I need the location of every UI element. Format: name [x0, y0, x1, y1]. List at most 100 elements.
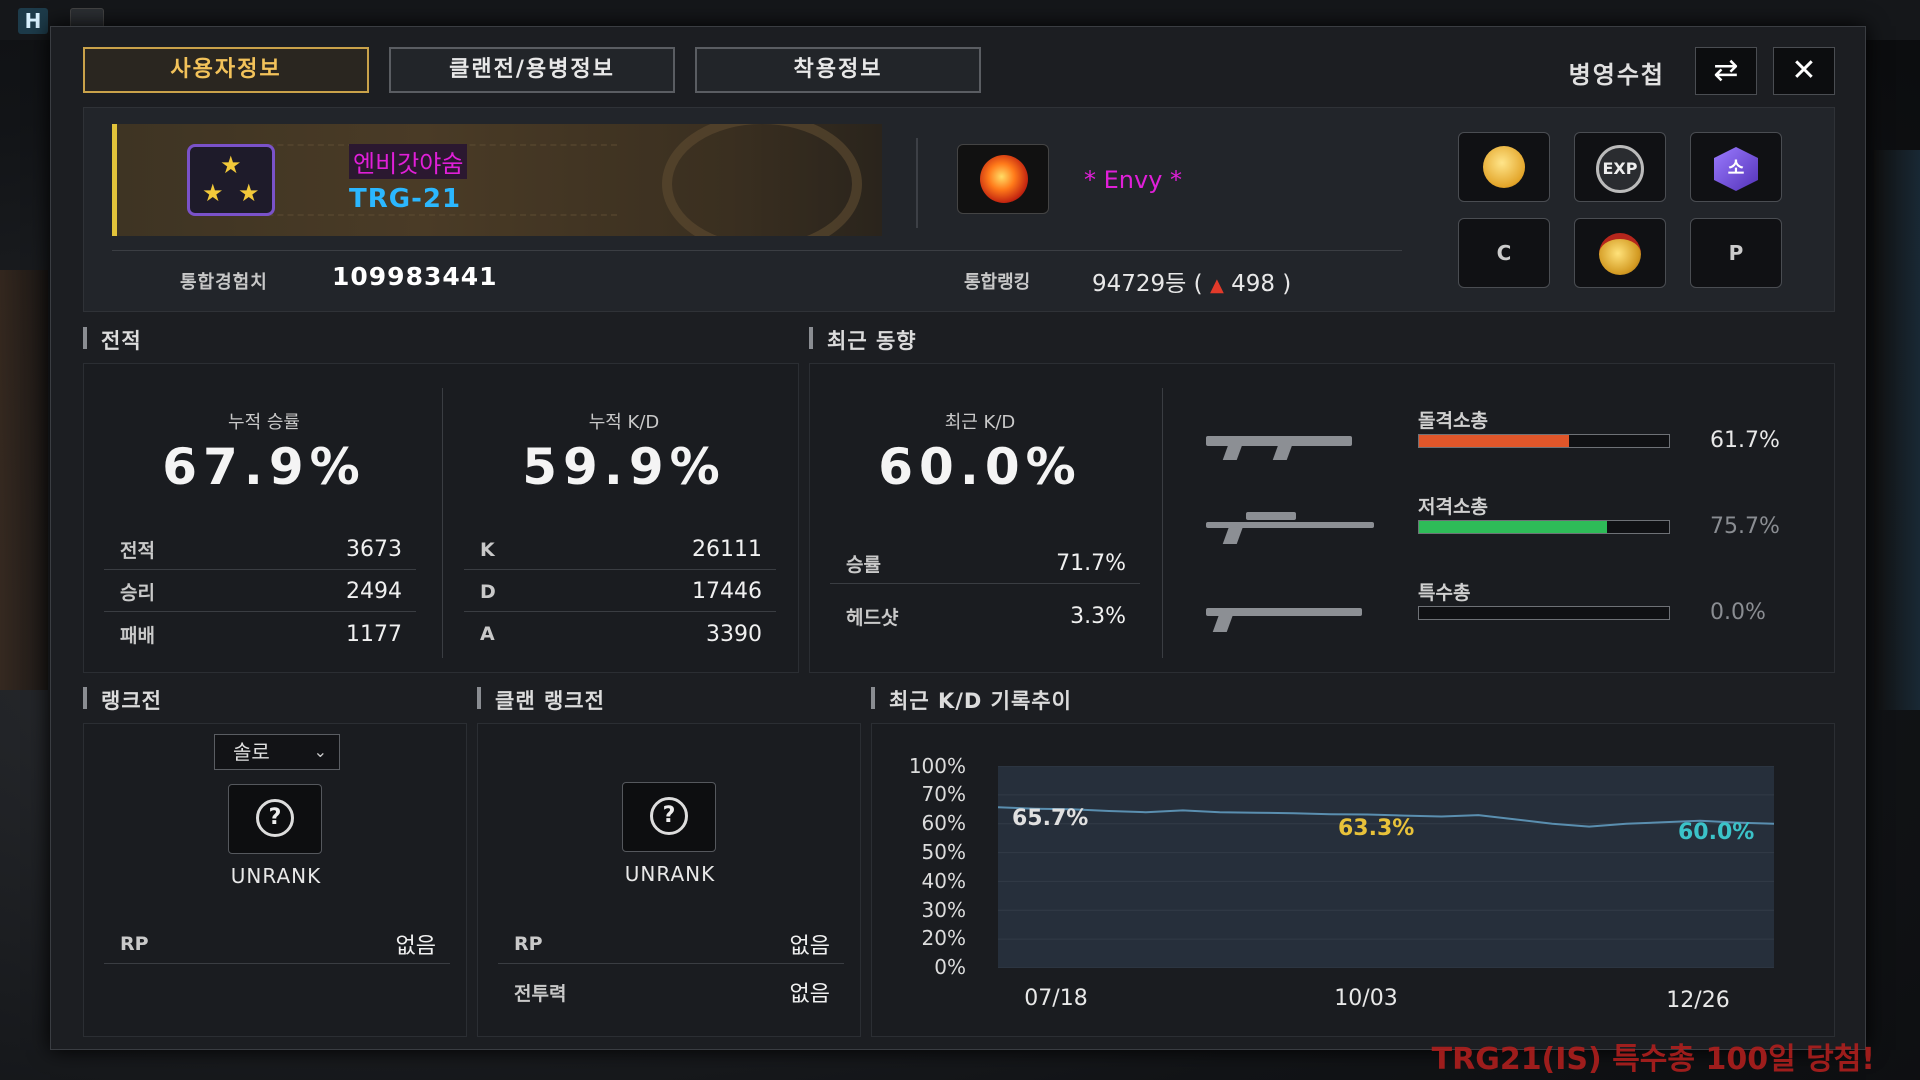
medal-button[interactable]: [1574, 218, 1666, 288]
recent-kd-label: 최근 K/D: [944, 412, 1016, 433]
ranked-section-title: 랭크전: [83, 685, 162, 715]
y-tick: 20%: [921, 926, 966, 950]
weapon-progress-bar: [1418, 434, 1670, 448]
app-logo: H: [18, 8, 48, 34]
recent-panel: 최근 K/D 60.0% 승률 71.7% 헤드샷 3.3% 돌격소총 61.7% …: [809, 363, 1835, 673]
y-tick: 40%: [921, 869, 966, 893]
total-exp-label: 통합경험치: [180, 272, 268, 293]
emoticon-button[interactable]: [1458, 132, 1550, 202]
background-art-right: [1874, 150, 1920, 710]
weapon-progress-fill: [1419, 521, 1607, 533]
sniper-rifle-icon: [1206, 512, 1376, 544]
kd-chart-panel: 100% 70% 60% 50% 40% 30% 20% 0% 65.7% 63…: [871, 723, 1835, 1037]
weapon-value: 0.0%: [1710, 600, 1766, 625]
player-nickname: 엔비갓야숨: [349, 144, 468, 179]
weapon-progress-bar: [1418, 606, 1670, 620]
tab-user-info[interactable]: 사용자정보: [83, 47, 369, 93]
record-row: 패배 1177: [120, 621, 402, 647]
y-tick: 60%: [921, 811, 966, 835]
ranked-mode-dropdown[interactable]: 솔로 ⌄: [214, 734, 340, 770]
exp-icon: EXP: [1596, 145, 1644, 193]
record-row: 승리 2494: [104, 572, 416, 612]
c-button[interactable]: C: [1458, 218, 1550, 288]
ranked-status: UNRANK: [230, 864, 322, 888]
y-tick: 70%: [921, 782, 966, 806]
ranked-rp-row: RP 없음: [104, 924, 450, 964]
x-tick: 07/18: [1024, 986, 1088, 1011]
y-tick: 30%: [921, 898, 966, 922]
ranked-mode-value: 솔로: [233, 740, 270, 764]
divider: [916, 138, 918, 228]
record-row: K 26111: [464, 530, 776, 570]
record-row: A 3390: [480, 621, 762, 647]
y-tick: 50%: [921, 840, 966, 864]
kd-line-chart: [998, 766, 1774, 968]
swap-icon[interactable]: ⇄: [1695, 47, 1757, 95]
recent-row: 헤드샷 3.3%: [846, 603, 1126, 629]
record-row: 전적 3673: [104, 530, 416, 570]
data-label: 63.3%: [1338, 816, 1415, 841]
tab-clan-merc-info[interactable]: 클랜전/용병정보: [389, 47, 675, 93]
background-art-left: [0, 270, 48, 690]
weapon-value: 61.7%: [1710, 428, 1780, 453]
record-row: D 17446: [464, 572, 776, 612]
recent-kd-value: 60.0%: [878, 438, 1082, 496]
close-icon[interactable]: ✕: [1773, 47, 1835, 95]
data-label: 60.0%: [1678, 820, 1755, 845]
p-button[interactable]: P: [1690, 218, 1782, 288]
window-title: 병영수첩: [1568, 61, 1665, 89]
recent-section-title: 최근 동향: [809, 325, 917, 355]
rank-up-icon: ▲: [1209, 275, 1224, 296]
cumulative-winrate-value: 67.9%: [162, 438, 366, 496]
divider: [1162, 388, 1163, 658]
total-rank-label: 통합랭킹: [964, 272, 1031, 293]
tab-bar: 사용자정보 클랜전/용병정보 착용정보: [83, 47, 981, 93]
kd-chart-section-title: 최근 K/D 기록추이: [871, 685, 1072, 715]
chevron-down-icon: ⌄: [313, 742, 327, 761]
clan-ranked-section-title: 클랜 랭크전: [477, 685, 605, 715]
clan-rank-unknown-icon: ?: [622, 782, 716, 852]
smile-icon: [1483, 146, 1525, 188]
cumulative-kd-label: 누적 K/D: [588, 412, 660, 433]
record-section-title: 전적: [83, 325, 142, 355]
exp-button[interactable]: EXP: [1574, 132, 1666, 202]
clan-power-row: 전투력 없음: [514, 982, 830, 1007]
banner-emblem: [662, 124, 862, 236]
ranked-panel: 솔로 ⌄ ? UNRANK RP 없음: [83, 723, 467, 1037]
weapon-label: 저격소총: [1418, 496, 1488, 518]
profile-card: ★ ★ ★ 엔비갓야숨 TRG-21 * Envy * 통합경험치 109983…: [83, 107, 1835, 312]
weapon-progress-fill: [1419, 435, 1569, 447]
total-exp-value: 109983441: [332, 262, 498, 291]
player-weapon: TRG-21: [349, 184, 462, 214]
assault-rifle-icon: [1206, 428, 1356, 460]
chart-plot-area: [998, 766, 1774, 968]
y-tick: 100%: [908, 754, 966, 778]
clan-rp-row: RP 없음: [498, 924, 844, 964]
divider: [442, 388, 443, 658]
name-banner: ★ ★ ★ 엔비갓야숨 TRG-21: [112, 124, 882, 236]
record-panel: 누적 승률 67.9% 누적 K/D 59.9% 전적 3673 승리 2494 패…: [83, 363, 799, 673]
data-label: 65.7%: [1012, 806, 1089, 831]
weapon-progress-bar: [1418, 520, 1670, 534]
medal-icon: [1599, 233, 1641, 275]
rank-star-icon: ★ ★ ★: [187, 144, 275, 216]
total-rank-value: 94729등 ( ▲ 498 ): [1092, 264, 1291, 298]
question-icon: ?: [650, 797, 688, 835]
cumulative-winrate-label: 누적 승률: [228, 412, 300, 433]
special-gun-icon: [1206, 600, 1366, 632]
tab-equip-info[interactable]: 착용정보: [695, 47, 981, 93]
weapon-label: 돌격소총: [1418, 410, 1488, 432]
question-icon: ?: [256, 799, 294, 837]
x-tick: 10/03: [1334, 986, 1398, 1011]
rank-hex-button[interactable]: 소: [1690, 132, 1782, 202]
rank-number: 94729등 (: [1092, 271, 1203, 297]
rank-unknown-icon: ?: [228, 784, 322, 854]
clan-mark-icon: [957, 144, 1049, 214]
rank-change: 498 ): [1231, 271, 1292, 297]
clan-ranked-status: UNRANK: [624, 862, 716, 886]
clan-name: * Envy *: [1084, 166, 1183, 194]
background-ticker: TRG21(IS) 특수총 100일 당첨!: [1431, 1042, 1875, 1077]
hexagon-rank-icon: 소: [1714, 147, 1758, 191]
recent-row: 승률 71.7%: [830, 544, 1140, 584]
y-tick: 0%: [934, 955, 966, 979]
